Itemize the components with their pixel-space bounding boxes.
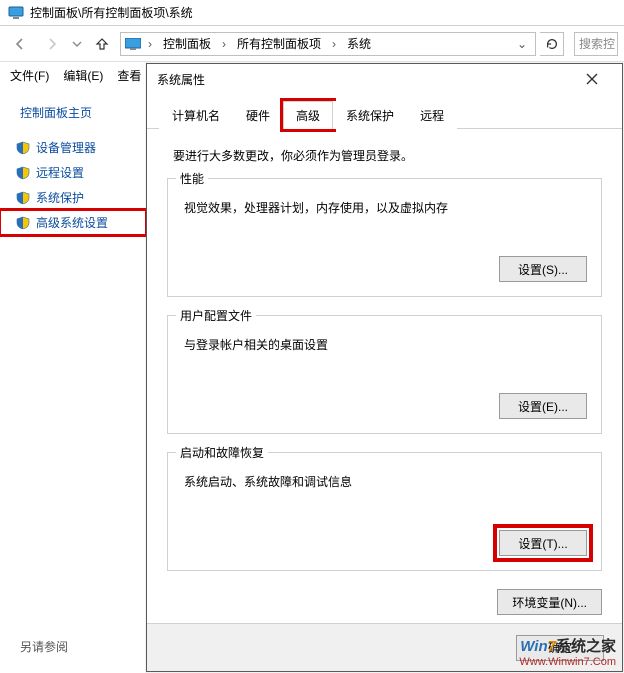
chevron-right-icon: › xyxy=(329,37,339,51)
sidebar-item-advanced-system-settings[interactable]: 高级系统设置 xyxy=(0,210,146,235)
group-startup-recovery: 启动和故障恢复 系统启动、系统故障和调试信息 设置(T)... xyxy=(167,452,602,571)
sidebar-item-label: 高级系统设置 xyxy=(36,214,108,231)
menu-view[interactable]: 查看 xyxy=(117,67,141,84)
tab-strip: 计算机名 硬件 高级 系统保护 远程 xyxy=(147,94,622,129)
group-legend: 用户配置文件 xyxy=(176,307,256,324)
forward-button[interactable] xyxy=(38,30,66,58)
system-icon xyxy=(8,5,24,21)
group-legend: 启动和故障恢复 xyxy=(176,444,268,461)
group-description: 视觉效果，处理器计划，内存使用，以及虚拟内存 xyxy=(184,199,587,216)
up-button[interactable] xyxy=(88,30,116,58)
tab-system-protection[interactable]: 系统保护 xyxy=(333,101,407,129)
dialog-footer: 确定 Win7系统之家 Www.Winwin7.Com xyxy=(147,623,622,671)
shield-icon xyxy=(16,191,30,205)
menu-file[interactable]: 文件(F) xyxy=(10,67,49,84)
shield-icon xyxy=(16,216,30,230)
address-bar[interactable]: › 控制面板 › 所有控制面板项 › 系统 ⌄ xyxy=(120,32,536,56)
group-legend: 性能 xyxy=(176,170,208,187)
sidebar-item-label: 系统保护 xyxy=(36,189,84,206)
shield-icon xyxy=(16,166,30,180)
window-titlebar: 控制面板\所有控制面板项\系统 xyxy=(0,0,624,26)
back-button[interactable] xyxy=(6,30,34,58)
breadcrumb[interactable]: 系统 xyxy=(343,33,375,54)
close-button[interactable] xyxy=(572,65,612,93)
dialog-title: 系统属性 xyxy=(157,71,205,88)
sidebar: 控制面板主页 设备管理器 远程设置 系统保护 高级系统设置 另请参阅 xyxy=(0,88,146,673)
see-also-heading: 另请参阅 xyxy=(20,638,68,655)
control-panel-home-link[interactable]: 控制面板主页 xyxy=(0,98,146,135)
sidebar-item-label: 设备管理器 xyxy=(36,139,96,156)
user-profiles-settings-button[interactable]: 设置(E)... xyxy=(499,393,587,419)
breadcrumb[interactable]: 所有控制面板项 xyxy=(233,33,325,54)
tab-remote[interactable]: 远程 xyxy=(407,101,457,129)
group-description: 系统启动、系统故障和调试信息 xyxy=(184,473,587,490)
refresh-button[interactable] xyxy=(540,32,564,56)
sidebar-item-label: 远程设置 xyxy=(36,164,84,181)
address-dropdown[interactable]: ⌄ xyxy=(513,37,531,51)
environment-variables-button[interactable]: 环境变量(N)... xyxy=(497,589,602,615)
sidebar-item-remote-settings[interactable]: 远程设置 xyxy=(0,160,146,185)
chevron-right-icon: › xyxy=(219,37,229,51)
chevron-right-icon: › xyxy=(145,37,155,51)
system-properties-dialog: 系统属性 计算机名 硬件 高级 系统保护 远程 要进行大多数更改，你必须作为管理… xyxy=(146,63,623,672)
startup-recovery-settings-button[interactable]: 设置(T)... xyxy=(499,530,587,556)
tab-computer-name[interactable]: 计算机名 xyxy=(159,101,233,129)
breadcrumb[interactable]: 控制面板 xyxy=(159,33,215,54)
monitor-icon xyxy=(125,38,141,50)
group-performance: 性能 视觉效果，处理器计划，内存使用，以及虚拟内存 设置(S)... xyxy=(167,178,602,297)
search-input[interactable]: 搜索控 xyxy=(574,32,618,56)
tab-advanced[interactable]: 高级 xyxy=(283,101,333,129)
performance-settings-button[interactable]: 设置(S)... xyxy=(499,256,587,282)
recent-dropdown[interactable] xyxy=(70,30,84,58)
search-placeholder: 搜索控 xyxy=(579,35,615,52)
sidebar-item-system-protection[interactable]: 系统保护 xyxy=(0,185,146,210)
menu-edit[interactable]: 编辑(E) xyxy=(63,67,103,84)
sidebar-item-device-manager[interactable]: 设备管理器 xyxy=(0,135,146,160)
dialog-titlebar: 系统属性 xyxy=(147,64,622,94)
group-description: 与登录帐户相关的桌面设置 xyxy=(184,336,587,353)
ok-button[interactable]: 确定 xyxy=(516,635,604,661)
shield-icon xyxy=(16,141,30,155)
tab-hardware[interactable]: 硬件 xyxy=(233,101,283,129)
group-user-profiles: 用户配置文件 与登录帐户相关的桌面设置 设置(E)... xyxy=(167,315,602,434)
explorer-toolbar: › 控制面板 › 所有控制面板项 › 系统 ⌄ 搜索控 xyxy=(0,26,624,62)
admin-notice: 要进行大多数更改，你必须作为管理员登录。 xyxy=(173,147,602,164)
window-title-path: 控制面板\所有控制面板项\系统 xyxy=(30,4,193,21)
dialog-body: 要进行大多数更改，你必须作为管理员登录。 性能 视觉效果，处理器计划，内存使用，… xyxy=(147,129,622,623)
